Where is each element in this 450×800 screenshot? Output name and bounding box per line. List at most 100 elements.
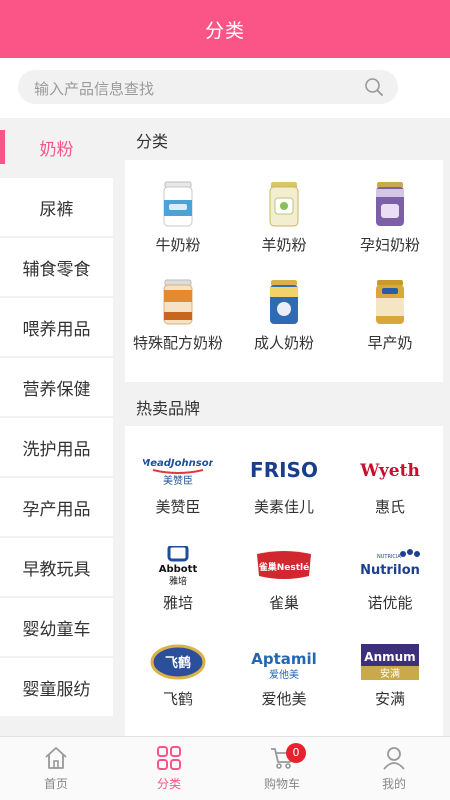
category-label: 成人奶粉: [253, 334, 314, 352]
brand-anmum[interactable]: Anmum 安满 安满: [337, 642, 443, 709]
sidebar-item-label: 喂养用品: [22, 319, 91, 340]
brand-nestle[interactable]: 雀巢Nestlé 雀巢: [231, 546, 337, 613]
user-icon: [383, 747, 405, 770]
search-input[interactable]: 输入产品信息查找: [18, 70, 398, 104]
nutrilon-logo: NUTRICIA Nutrilon: [360, 549, 420, 578]
tab-label: 分类: [156, 777, 181, 791]
svg-text:Nutrilon: Nutrilon: [360, 563, 420, 578]
sidebar-item-label: 奶粉: [39, 139, 74, 160]
category-label: 孕妇奶粉: [359, 236, 420, 254]
tab-cart[interactable]: 0 购物车: [226, 737, 338, 800]
svg-text:Anmum: Anmum: [364, 650, 415, 664]
svg-text:NUTRICIA: NUTRICIA: [377, 554, 401, 560]
category-section-title: 分类: [136, 132, 169, 151]
category-maternal-milk[interactable]: 孕妇奶粉: [337, 180, 443, 255]
category-preterm-milk[interactable]: 早产奶: [337, 278, 443, 353]
page-title: 分类: [204, 19, 245, 42]
category-icon: [157, 746, 181, 770]
brand-label: 飞鹤: [162, 690, 193, 708]
brand-label: 美赞臣: [155, 498, 201, 516]
aptamil-logo: Aptamil 爱他美: [251, 650, 317, 681]
brand-label: 惠氏: [374, 498, 405, 516]
preterm-milk-can-icon: [376, 280, 404, 324]
category-cow-milk[interactable]: 牛奶粉: [125, 180, 231, 255]
svg-text:Abbott: Abbott: [159, 564, 198, 575]
category-sidebar: 奶粉 尿裤 辅食零食 喂养用品 营养保健 洗护用品 孕产用品 早教玩具 婴幼童车…: [0, 118, 113, 736]
category-label: 羊奶粉: [261, 236, 307, 254]
sidebar-item-clothing[interactable]: 婴童服纺: [0, 658, 113, 716]
sidebar-item-label: 婴幼童车: [22, 619, 91, 640]
brand-aptamil[interactable]: Aptamil 爱他美 爱他美: [231, 642, 337, 709]
abbott-logo: Abbott 雅培: [159, 546, 198, 586]
brand-friso[interactable]: FRISO 美素佳儿: [231, 450, 337, 517]
sidebar-item-feeding[interactable]: 喂养用品: [0, 298, 113, 356]
category-label: 早产奶: [367, 334, 413, 352]
sidebar-item-toys[interactable]: 早教玩具: [0, 538, 113, 596]
svg-text:安满: 安满: [380, 667, 400, 680]
category-adult-milk[interactable]: 成人奶粉: [231, 278, 337, 353]
sidebar-item-snacks[interactable]: 辅食零食: [0, 238, 113, 296]
search-placeholder: 输入产品信息查找: [34, 80, 155, 98]
svg-text:FRISO: FRISO: [250, 458, 318, 482]
brand-label: 诺优能: [367, 594, 413, 612]
svg-text:Wyeth: Wyeth: [359, 461, 420, 481]
cart-badge: 0: [286, 743, 306, 763]
category-grid: 牛奶粉 羊奶粉 孕妇奶粉 特殊配方奶粉 成人奶粉 早产奶: [125, 160, 443, 382]
brand-abbott[interactable]: Abbott 雅培 雅培: [125, 546, 231, 613]
goat-milk-can-icon: [269, 182, 299, 227]
tab-home[interactable]: 首页: [0, 737, 112, 800]
tab-label: 购物车: [263, 777, 300, 791]
brand-label: 安满: [374, 690, 405, 708]
category-goat-milk[interactable]: 羊奶粉: [231, 180, 337, 255]
brand-label: 美素佳儿: [253, 498, 314, 516]
category-special-formula[interactable]: 特殊配方奶粉: [125, 278, 231, 353]
brand-nutrilon[interactable]: NUTRICIA Nutrilon 诺优能: [337, 546, 443, 613]
brand-label: 雀巢: [268, 594, 299, 612]
top-bar: 分类: [0, 0, 450, 58]
category-label: 牛奶粉: [155, 236, 201, 254]
sidebar-item-nutrition[interactable]: 营养保健: [0, 358, 113, 416]
anmum-logo: Anmum 安满: [361, 644, 419, 680]
brand-label: 爱他美: [261, 690, 307, 708]
adult-milk-can-icon: [270, 280, 298, 324]
tab-profile[interactable]: 我的: [338, 737, 450, 800]
brand-label: 雅培: [162, 594, 193, 612]
svg-text:雅培: 雅培: [169, 575, 187, 586]
sidebar-item-label: 早教玩具: [22, 559, 91, 580]
home-icon: [45, 747, 67, 769]
sidebar-item-diapers[interactable]: 尿裤: [0, 178, 113, 236]
svg-text:MeadJohnson: MeadJohnson: [143, 458, 213, 469]
sidebar-item-bath-care[interactable]: 洗护用品: [0, 418, 113, 476]
sidebar-item-label: 洗护用品: [22, 439, 91, 460]
brand-feihe[interactable]: 飞鹤 飞鹤: [125, 642, 231, 709]
sidebar-item-label: 尿裤: [39, 199, 74, 220]
maternal-milk-can-icon: [376, 182, 404, 226]
special-formula-can-icon: [163, 279, 193, 325]
sidebar-item-label: 辅食零食: [22, 259, 91, 280]
sidebar-item-label: 孕产用品: [22, 499, 91, 520]
bottom-tab-bar: 首页 分类 0 购物车 我的: [0, 736, 450, 800]
sidebar-item-label: 婴童服纺: [22, 679, 91, 700]
search-bar: 输入产品信息查找: [0, 58, 450, 118]
app: 分类 输入产品信息查找 奶粉 尿裤 辅食零食 喂养用品 营养保健 洗护用品 孕产…: [0, 0, 450, 800]
cow-milk-can-icon: [163, 181, 193, 227]
category-content: 分类 牛奶粉 羊奶粉 孕妇奶粉 特殊配方奶粉 成人奶粉 早产奶 热卖品牌 Mea…: [113, 118, 450, 736]
brand-grid: MeadJohnson 美赞臣 美赞臣 FRISO 美素佳儿 Wyeth 惠氏: [125, 426, 443, 736]
nestle-logo: 雀巢Nestlé: [257, 551, 311, 579]
brand-mead-johnson[interactable]: MeadJohnson 美赞臣 美赞臣: [125, 450, 231, 517]
brand-wyeth[interactable]: Wyeth 惠氏: [337, 450, 443, 517]
sidebar-item-milk-powder[interactable]: 奶粉: [0, 118, 113, 176]
wyeth-logo: Wyeth: [359, 461, 420, 481]
svg-text:雀巢Nestlé: 雀巢Nestlé: [258, 561, 310, 573]
sidebar-item-label: 营养保健: [22, 379, 91, 400]
tab-category[interactable]: 分类: [113, 737, 225, 800]
svg-text:Aptamil: Aptamil: [251, 650, 317, 668]
sidebar-item-maternity[interactable]: 孕产用品: [0, 478, 113, 536]
search-icon[interactable]: [364, 77, 384, 97]
mead-johnson-logo: MeadJohnson 美赞臣: [143, 458, 213, 487]
friso-logo: FRISO: [250, 458, 318, 482]
sidebar-item-strollers[interactable]: 婴幼童车: [0, 598, 113, 656]
svg-text:爱他美: 爱他美: [269, 668, 299, 681]
feihe-logo: 飞鹤: [150, 644, 206, 680]
brand-section-title: 热卖品牌: [136, 399, 201, 418]
